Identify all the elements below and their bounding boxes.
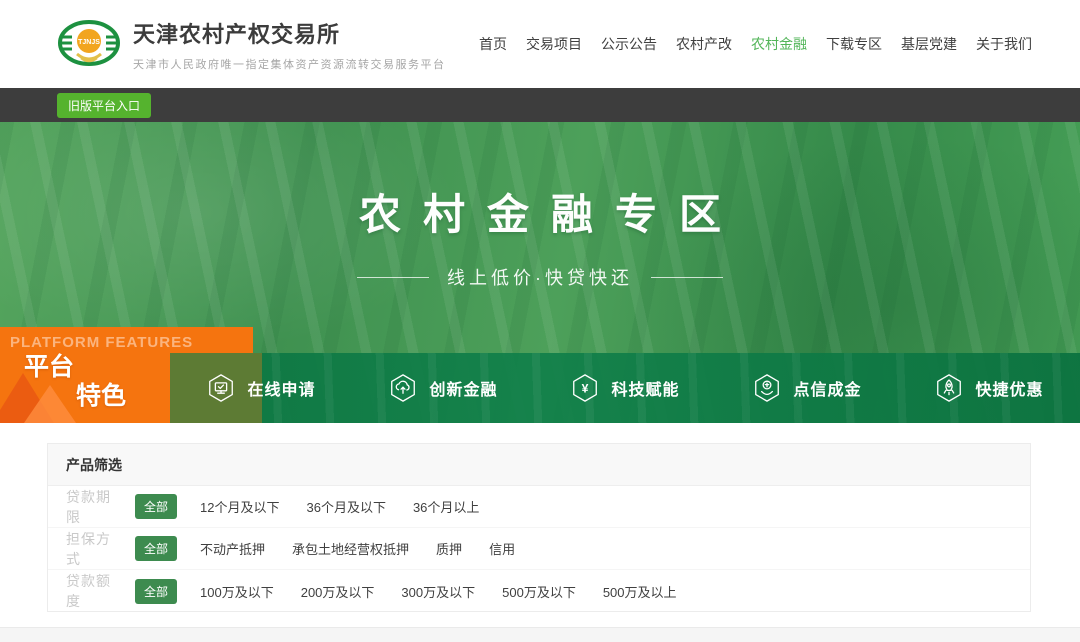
site-subtitle: 天津市人民政府唯一指定集体资产资源流转交易服务平台 (133, 56, 446, 72)
filter-panel-header: 产品筛选 (48, 444, 1030, 486)
filter-option[interactable]: 300万及以下 (401, 582, 475, 601)
monitor-check-icon (206, 373, 236, 403)
filter-row-loan-term: 贷款期限 全部 12个月及以下 36个月及以下 36个月以上 (48, 486, 1030, 528)
filter-label: 担保方式 (66, 529, 124, 569)
main-nav: 首页 交易项目 公示公告 农村产改 农村金融 下载专区 基层党建 关于我们 (479, 34, 1032, 54)
feature-tabs: 在线申请 创新金融 ¥ 科技赋能 (170, 353, 1080, 423)
old-platform-entry-button[interactable]: 旧版平台入口 (57, 93, 151, 118)
filter-option[interactable]: 500万及以上 (603, 582, 677, 601)
filter-option[interactable]: 质押 (436, 539, 462, 558)
product-filter-panel: 产品筛选 贷款期限 全部 12个月及以下 36个月及以下 36个月以上 担保方式… (47, 443, 1031, 612)
hero-content: 农村金融专区 线上低价·快贷快还 (0, 122, 1080, 290)
hero-subtitle-row: 线上低价·快贷快还 (0, 264, 1080, 290)
footer-strip (0, 627, 1080, 642)
tab-quick-discount[interactable]: 快捷优惠 (898, 353, 1080, 423)
hero-title: 农村金融专区 (337, 194, 743, 236)
filter-option[interactable]: 12个月及以下 (200, 497, 279, 516)
filter-all-badge[interactable]: 全部 (135, 579, 177, 604)
nav-item-downloads[interactable]: 下载专区 (826, 34, 882, 54)
nav-item-rural-finance[interactable]: 农村金融 (751, 34, 807, 54)
page: TJNJS 天津农村产权交易所 天津市人民政府唯一指定集体资产资源流转交易服务平… (0, 0, 1080, 642)
tab-label: 快捷优惠 (975, 376, 1043, 400)
site-title: 天津农村产权交易所 (133, 17, 446, 49)
filter-option[interactable]: 200万及以下 (301, 582, 375, 601)
filter-option[interactable]: 承包土地经营权抵押 (292, 539, 409, 558)
filter-all-badge[interactable]: 全部 (135, 536, 177, 561)
nav-item-about[interactable]: 关于我们 (976, 34, 1032, 54)
tab-tech-empowerment[interactable]: ¥ 科技赋能 (534, 353, 716, 423)
filter-option[interactable]: 信用 (489, 539, 515, 558)
filter-options: 100万及以下 200万及以下 300万及以下 500万及以下 500万及以上 (200, 582, 677, 601)
filter-option[interactable]: 500万及以下 (502, 582, 576, 601)
subtitle-rule-right (651, 277, 723, 278)
cloud-upload-icon (388, 373, 418, 403)
yen-icon: ¥ (570, 373, 600, 403)
nav-item-party-building[interactable]: 基层党建 (901, 34, 957, 54)
filter-options: 不动产抵押 承包土地经营权抵押 质押 信用 (200, 539, 515, 558)
tab-innovative-finance[interactable]: 创新金融 (352, 353, 534, 423)
filter-all-badge[interactable]: 全部 (135, 494, 177, 519)
svg-text:¥: ¥ (582, 382, 589, 396)
site-header: TJNJS 天津农村产权交易所 天津市人民政府唯一指定集体资产资源流转交易服务平… (0, 0, 1080, 88)
filter-label: 贷款额度 (66, 571, 124, 611)
hand-coin-icon (752, 373, 782, 403)
hero-banner: 农村金融专区 线上低价·快贷快还 PLATFORM FEATURES 平台 特色 (0, 122, 1080, 423)
tab-label: 科技赋能 (611, 376, 679, 400)
filter-options: 12个月及以下 36个月及以下 36个月以上 (200, 497, 479, 516)
filter-option[interactable]: 36个月以上 (413, 497, 479, 516)
filter-row-guarantee-method: 担保方式 全部 不动产抵押 承包土地经营权抵押 质押 信用 (48, 528, 1030, 570)
feature-tab-strip: 在线申请 创新金融 ¥ 科技赋能 (170, 353, 1080, 423)
brand-block: 天津农村产权交易所 天津市人民政府唯一指定集体资产资源流转交易服务平台 (133, 17, 446, 72)
filter-option[interactable]: 不动产抵押 (200, 539, 265, 558)
filter-panel-title: 产品筛选 (66, 455, 122, 475)
top-utility-bar: 旧版平台入口 (0, 88, 1080, 122)
nav-item-projects[interactable]: 交易项目 (526, 34, 582, 54)
rocket-icon (934, 373, 964, 403)
hero-subtitle: 线上低价·快贷快还 (447, 264, 633, 290)
tab-online-apply[interactable]: 在线申请 (170, 353, 352, 423)
nav-item-rural-reform[interactable]: 农村产改 (676, 34, 732, 54)
nav-item-home[interactable]: 首页 (479, 34, 507, 54)
tab-label: 在线申请 (247, 376, 315, 400)
tab-label: 点信成金 (793, 376, 861, 400)
platform-features-en-label: PLATFORM FEATURES (0, 327, 253, 351)
subtitle-rule-left (357, 277, 429, 278)
filter-row-loan-amount: 贷款额度 全部 100万及以下 200万及以下 300万及以下 500万及以下 … (48, 570, 1030, 612)
tab-credit-to-gold[interactable]: 点信成金 (716, 353, 898, 423)
logo-monogram: TJNJS (78, 39, 100, 46)
filter-label: 贷款期限 (66, 487, 124, 527)
filter-option[interactable]: 100万及以下 (200, 582, 274, 601)
nav-item-announcements[interactable]: 公示公告 (601, 34, 657, 54)
filter-option[interactable]: 36个月及以下 (306, 497, 385, 516)
site-logo-icon: TJNJS (57, 12, 121, 76)
tab-label: 创新金融 (429, 376, 497, 400)
